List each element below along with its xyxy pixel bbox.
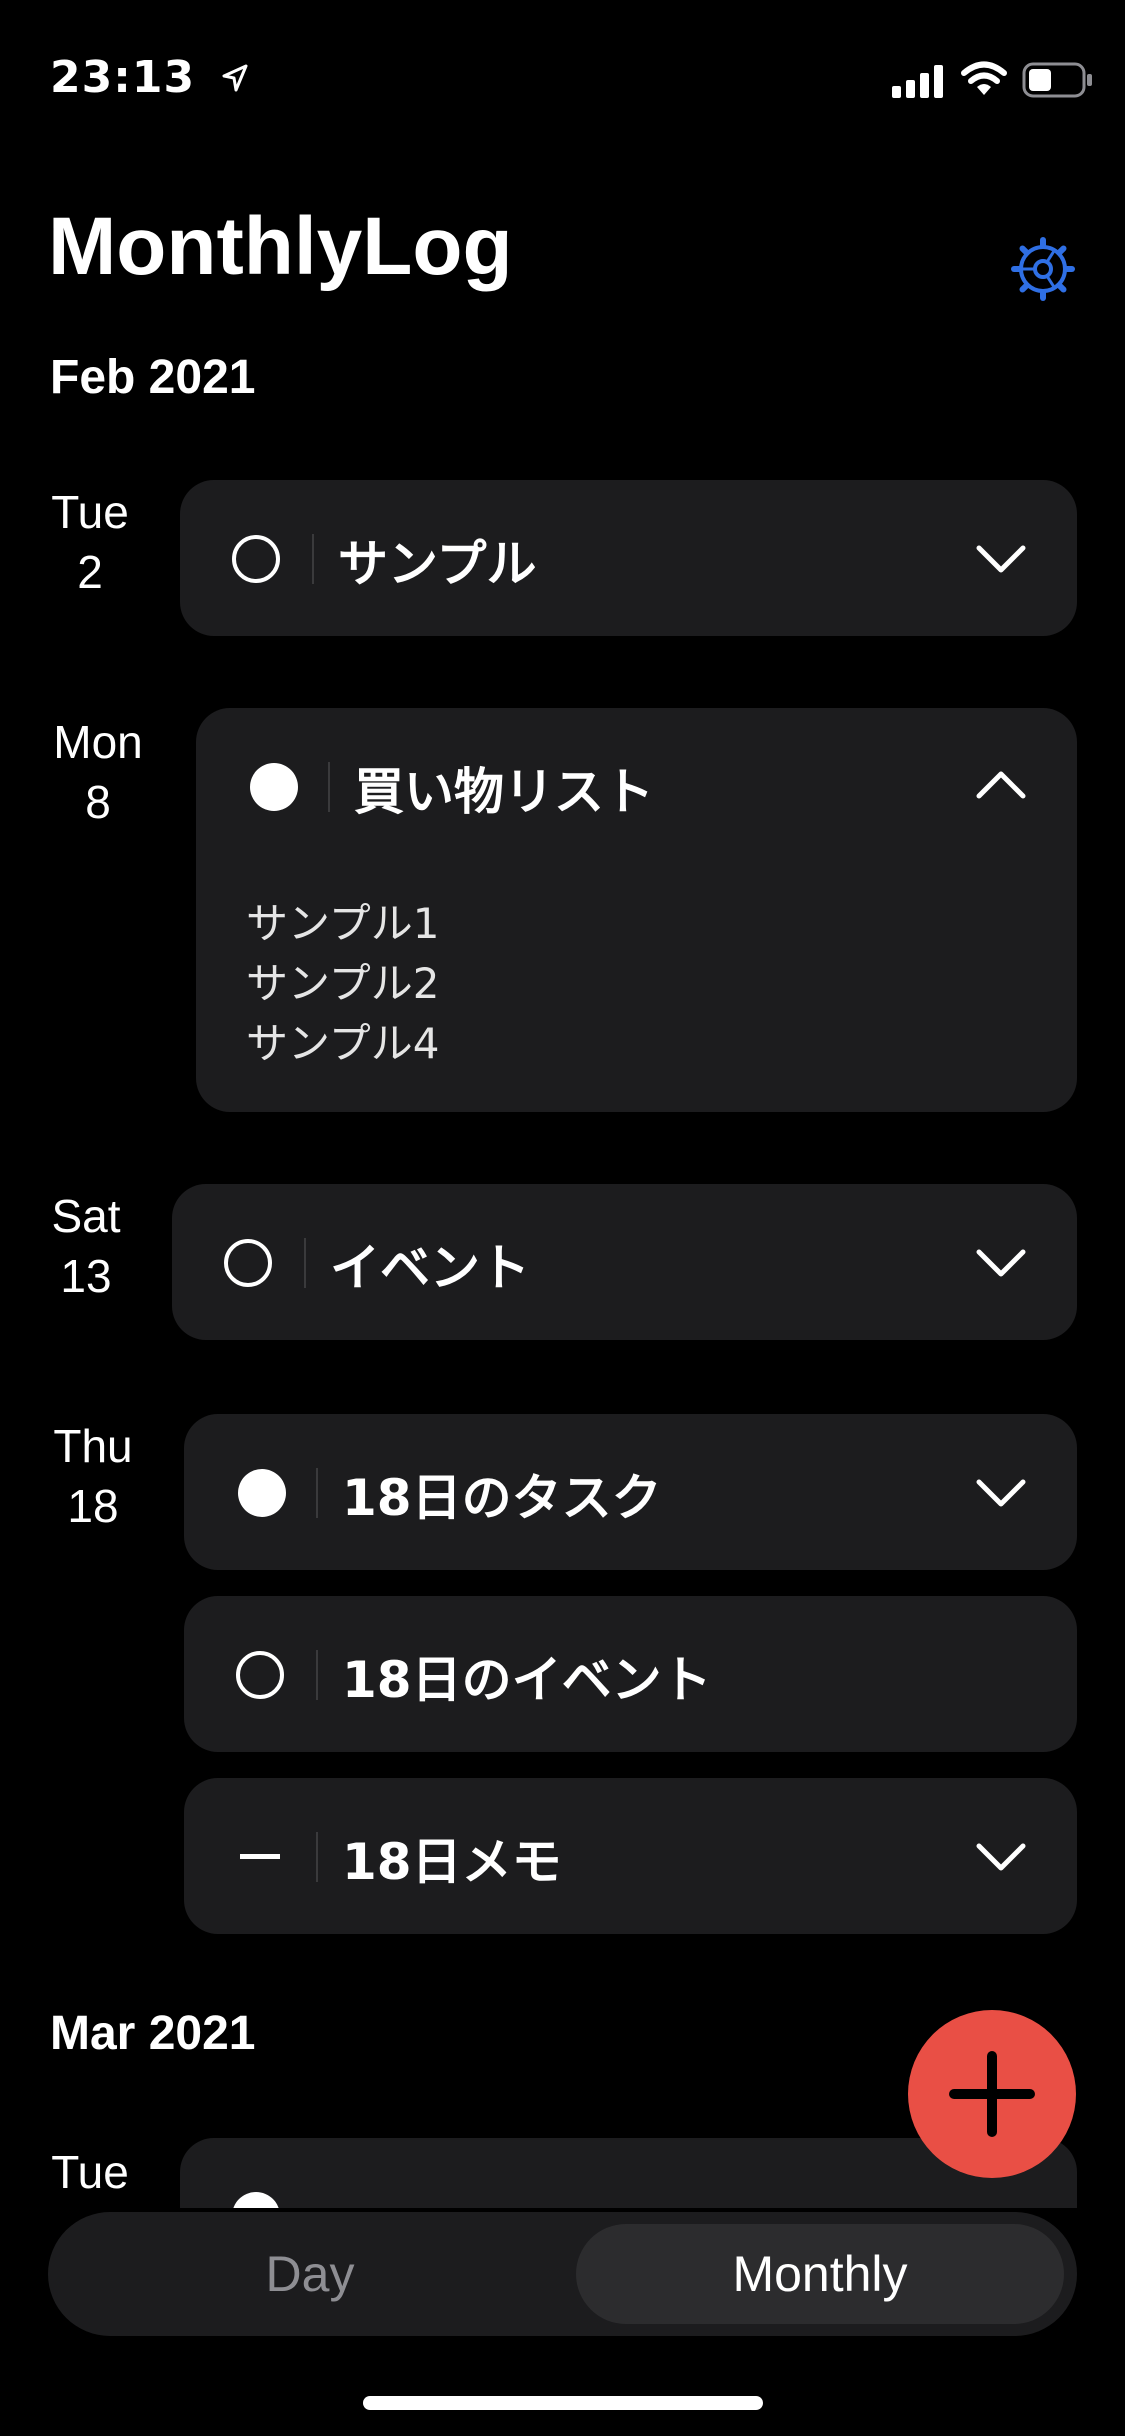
entry-title: 18日メモ (342, 1833, 562, 1891)
plus-icon (949, 2051, 1035, 2137)
filled-circle-bullet-icon[interactable] (250, 763, 298, 811)
filled-circle-bullet-icon[interactable] (238, 1469, 286, 1517)
entry-row[interactable]: 18日のタスク (184, 1414, 1077, 1570)
open-circle-bullet-icon[interactable] (232, 535, 280, 583)
status-bar: 23:13 (0, 0, 1125, 150)
filled-circle-bullet-icon[interactable] (232, 2192, 280, 2208)
entry-card-expanded[interactable]: 買い物リスト サンプル1 サンプル2 サンプル4 (196, 708, 1077, 1112)
divider (316, 1832, 318, 1882)
entry-card[interactable]: イベント (172, 1184, 1077, 1340)
weekday: Mon (53, 716, 143, 768)
divider (328, 762, 330, 812)
divider (316, 1650, 318, 1700)
open-circle-bullet-icon[interactable] (236, 1651, 284, 1699)
tab-monthly[interactable]: Monthly (576, 2224, 1064, 2324)
divider (316, 1468, 318, 1518)
wifi-icon (961, 61, 1007, 95)
add-entry-button[interactable] (908, 2010, 1076, 2178)
chevron-down-icon[interactable] (975, 1830, 1027, 1882)
chevron-down-icon[interactable] (975, 532, 1027, 584)
weekday: Thu (53, 1420, 133, 1472)
divider (312, 534, 314, 584)
chevron-down-icon[interactable] (975, 1236, 1027, 1288)
entry-row[interactable]: 18日メモ (184, 1778, 1077, 1934)
entry-card[interactable]: 18日のイベント (184, 1596, 1077, 1752)
settings-gear-icon[interactable] (1010, 236, 1076, 302)
date: 13 (60, 1250, 112, 1302)
day-label: Thu 18 (48, 1416, 138, 1536)
status-time: 23:13 (50, 52, 196, 103)
page-title: MonthlyLog (48, 201, 513, 292)
weekday: Tue (51, 2146, 129, 2198)
entry-title: 18日のイベント (342, 1651, 712, 1709)
chevron-down-icon[interactable] (975, 1466, 1027, 1518)
entry-row[interactable]: 買い物リスト (196, 708, 1077, 864)
view-mode-segmented-control: Day Monthly (48, 2212, 1077, 2336)
location-arrow-icon (222, 64, 248, 92)
detail-item: サンプル1 (246, 899, 440, 948)
entry-detail-list: サンプル1 サンプル2 サンプル4 (246, 894, 439, 1074)
entry-title: 18日のタスク (342, 1469, 662, 1527)
entry-row[interactable]: 18日のイベント (184, 1596, 1077, 1752)
tab-day[interactable]: Day (60, 2224, 560, 2324)
weekday: Sat (51, 1190, 121, 1242)
open-circle-bullet-icon[interactable] (224, 1239, 272, 1287)
chevron-up-icon[interactable] (975, 760, 1027, 812)
day-label: Sat 13 (48, 1186, 124, 1306)
entry-title: イベント (330, 1239, 530, 1297)
weekday: Tue (51, 486, 129, 538)
detail-item: サンプル4 (246, 1019, 440, 1068)
entry-card[interactable]: サンプル (180, 480, 1077, 636)
date: 18 (67, 1480, 119, 1532)
detail-item: サンプル2 (246, 959, 440, 1008)
dash-note-bullet-icon[interactable] (240, 1854, 280, 1859)
month-header: Feb 2021 (50, 351, 256, 404)
entry-card[interactable]: 18日のタスク (184, 1414, 1077, 1570)
entry-title: 買い物リスト (354, 763, 654, 821)
cellular-signal-icon (892, 65, 943, 98)
day-label: Mon 8 (48, 712, 148, 832)
entry-card[interactable]: 18日メモ (184, 1778, 1077, 1934)
date: 2 (77, 546, 103, 598)
month-header: Mar 2021 (50, 2007, 256, 2060)
day-label: Tue 2 (48, 482, 132, 602)
entry-row[interactable]: サンプル (180, 480, 1077, 636)
entry-row[interactable]: イベント (172, 1184, 1077, 1340)
home-indicator (363, 2396, 763, 2410)
entry-title: サンプル (338, 535, 537, 593)
day-label: Tue (48, 2142, 132, 2198)
date: 8 (85, 776, 111, 828)
divider (304, 1238, 306, 1288)
battery-icon (1022, 62, 1092, 98)
